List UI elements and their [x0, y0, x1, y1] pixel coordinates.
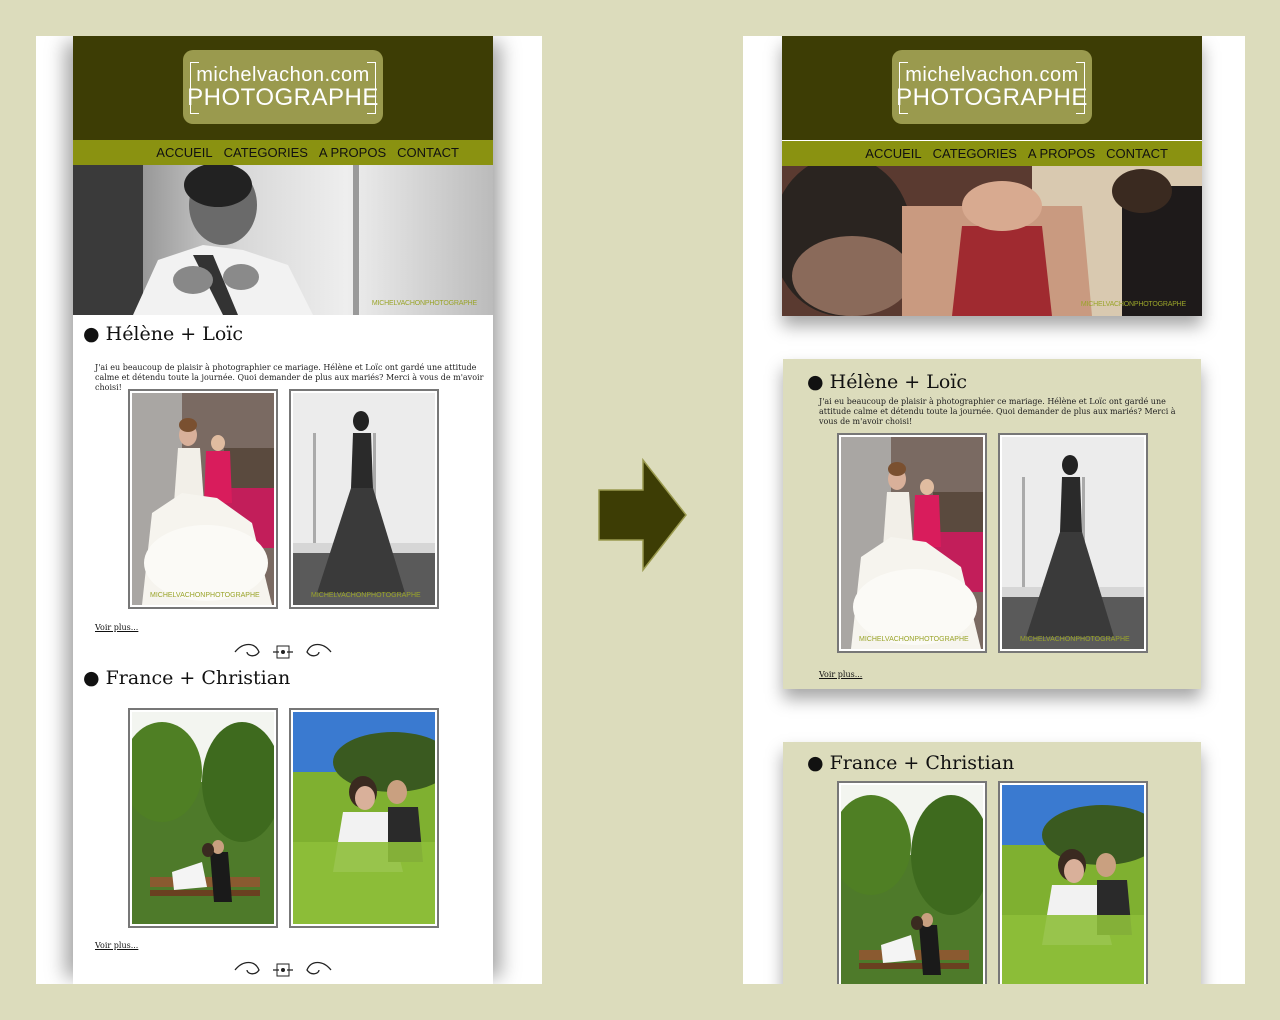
nav-a-propos[interactable]: A PROPOS	[1028, 146, 1095, 161]
post-title-france-christian[interactable]: ● France + Christian	[83, 667, 290, 689]
before-site: michelvachon.com PHOTOGRAPHE ACCUEIL CAT…	[73, 36, 493, 984]
main-nav: ACCUEIL CATEGORIES A PROPOS CONTACT	[73, 140, 493, 165]
photo-bride-dress[interactable]: MICHELVACHONPHOTOGRAPHE	[837, 433, 987, 653]
photo-bride-dress[interactable]: MICHELVACHONPHOTOGRAPHE	[128, 389, 278, 609]
photo-watermark: MICHELVACHONPHOTOGRAPHE	[1020, 636, 1130, 643]
ornament-divider-icon	[233, 642, 333, 667]
nav-accueil[interactable]: ACCUEIL	[865, 146, 921, 161]
nav-a-propos[interactable]: A PROPOS	[319, 145, 386, 160]
voir-plus-link[interactable]: Voir plus...	[95, 941, 138, 950]
hero-watermark: MICHELVACHONPHOTOGRAPHE	[1080, 301, 1186, 308]
nav-contact[interactable]: CONTACT	[1106, 146, 1168, 161]
hero-watermark: MICHELVACHONPHOTOGRAPHE	[371, 300, 477, 307]
logo-title: PHOTOGRAPHE	[187, 84, 379, 111]
logo-title: PHOTOGRAPHE	[896, 84, 1088, 111]
after-panel: michelvachon.com PHOTOGRAPHE ACCUEIL CAT…	[743, 36, 1245, 984]
post-card-france-christian: ● France + Christian	[783, 742, 1201, 984]
voir-plus-link[interactable]: Voir plus...	[819, 670, 862, 679]
photo-watermark: MICHELVACHONPHOTOGRAPHE	[150, 592, 260, 599]
ornament-divider-icon	[233, 960, 333, 984]
post-title-helene-loic[interactable]: ● Hélène + Loïc	[807, 371, 967, 393]
hero-image: MICHELVACHONPHOTOGRAPHE	[782, 166, 1202, 316]
photo-bride-silhouette[interactable]: MICHELVACHONPHOTOGRAPHE	[289, 389, 439, 609]
voir-plus-link[interactable]: Voir plus...	[95, 623, 138, 632]
nav-contact[interactable]: CONTACT	[397, 145, 459, 160]
post-text-helene-loic: J'ai eu beaucoup de plaisir à photograph…	[819, 397, 1176, 426]
site-header: michelvachon.com PHOTOGRAPHE	[782, 36, 1202, 140]
before-panel: michelvachon.com PHOTOGRAPHE ACCUEIL CAT…	[36, 36, 542, 984]
site-logo[interactable]: michelvachon.com PHOTOGRAPHE	[183, 50, 383, 124]
photo-watermark: MICHELVACHONPHOTOGRAPHE	[859, 636, 969, 643]
after-site-header: michelvachon.com PHOTOGRAPHE ACCUEIL CAT…	[782, 36, 1202, 316]
main-nav: ACCUEIL CATEGORIES A PROPOS CONTACT	[782, 141, 1202, 166]
photo-couple-grass[interactable]	[289, 708, 439, 928]
photo-couple-bench[interactable]	[128, 708, 278, 928]
photo-bride-silhouette[interactable]: MICHELVACHONPHOTOGRAPHE	[998, 433, 1148, 653]
nav-categories[interactable]: CATEGORIES	[224, 145, 308, 160]
photo-couple-grass[interactable]	[998, 781, 1148, 984]
hero-image: MICHELVACHONPHOTOGRAPHE	[73, 165, 493, 315]
post-title-helene-loic[interactable]: ● Hélène + Loïc	[83, 323, 243, 345]
photo-watermark: MICHELVACHONPHOTOGRAPHE	[311, 592, 421, 599]
photo-couple-bench[interactable]	[837, 781, 987, 984]
site-header: michelvachon.com PHOTOGRAPHE	[73, 36, 493, 140]
nav-accueil[interactable]: ACCUEIL	[156, 145, 212, 160]
site-logo[interactable]: michelvachon.com PHOTOGRAPHE	[892, 50, 1092, 124]
post-card-helene-loic: ● Hélène + Loïc J'ai eu beaucoup de plai…	[783, 359, 1201, 689]
nav-categories[interactable]: CATEGORIES	[933, 146, 1017, 161]
post-title-france-christian[interactable]: ● France + Christian	[807, 752, 1014, 774]
right-arrow-icon	[598, 458, 687, 572]
